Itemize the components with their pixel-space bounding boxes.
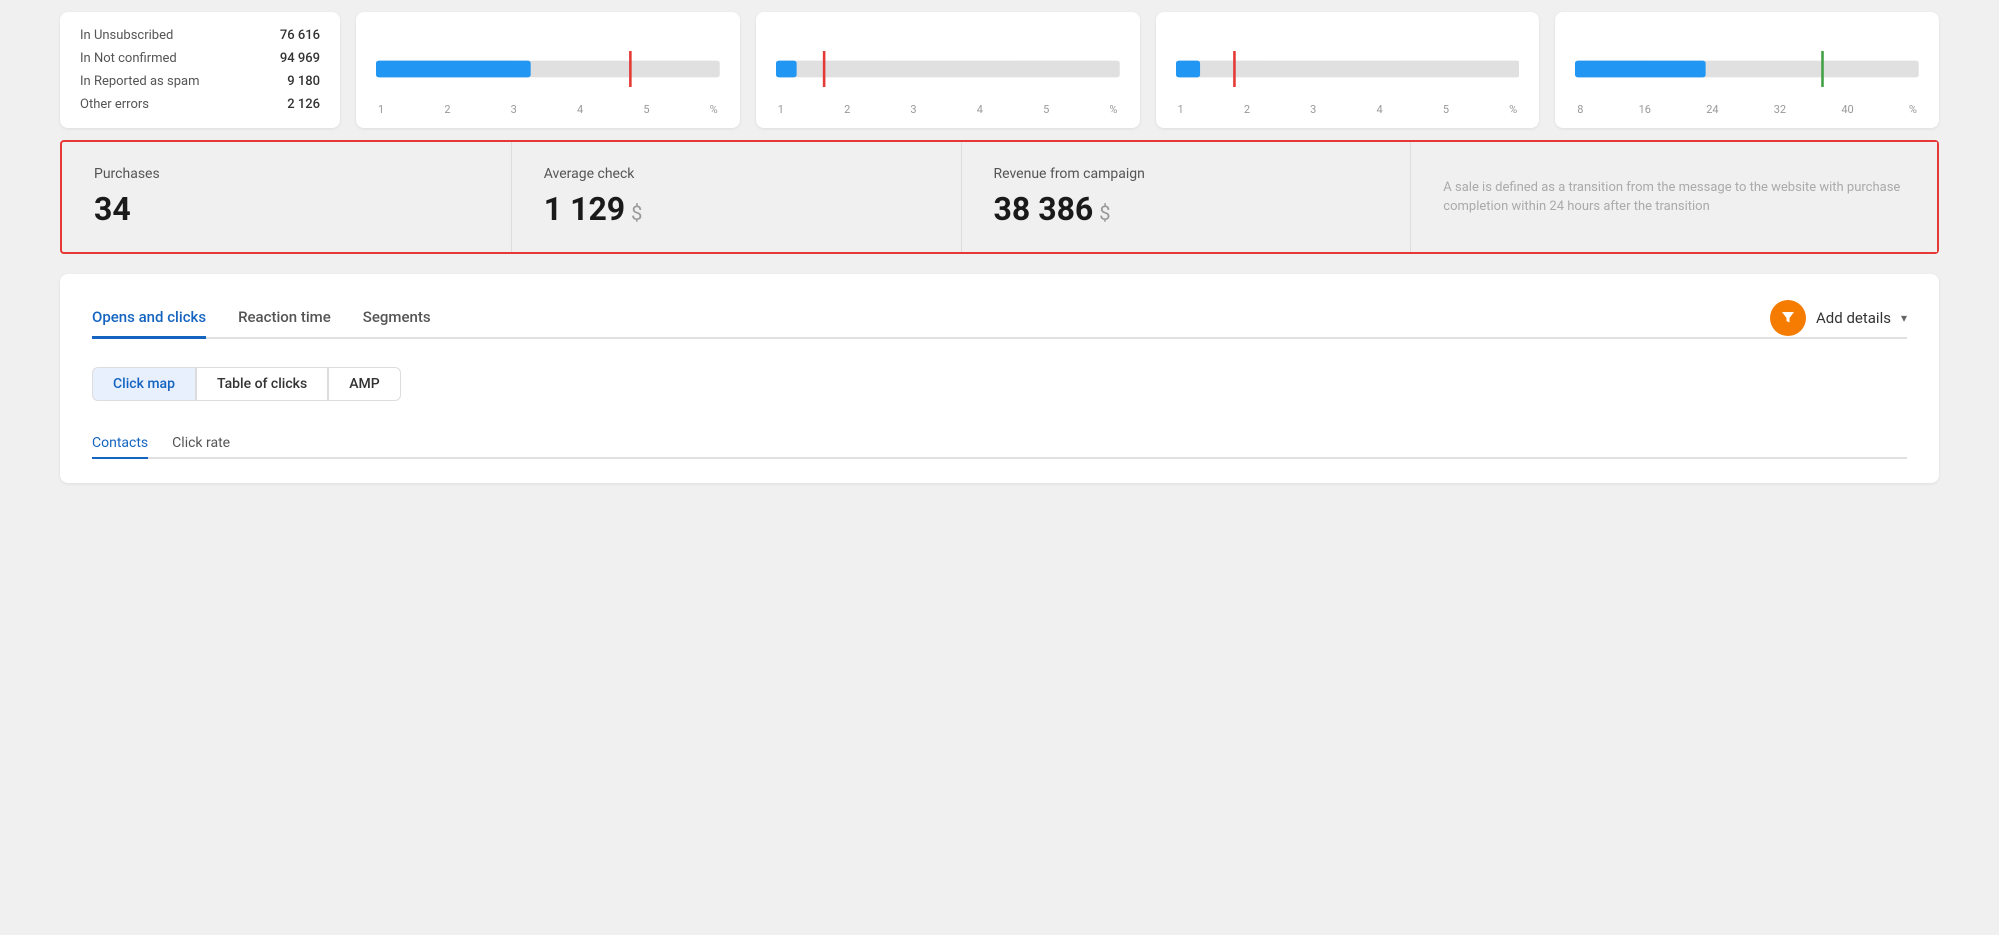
sub-tab-table-of-clicks[interactable]: Table of clicks (196, 367, 328, 401)
chart-container-3 (1176, 39, 1520, 99)
purchases-value: 34 (94, 190, 479, 228)
secondary-tab-contacts[interactable]: Contacts (92, 429, 148, 459)
avg-check-metric: Average check 1 129 $ (512, 142, 962, 252)
chart-card-4: 8 16 24 32 40 % (1555, 12, 1939, 128)
purchases-label: Purchases (94, 166, 479, 182)
chart-axis-3: 1 2 3 4 5 % (1176, 103, 1520, 116)
sub-tab-click-map[interactable]: Click map (92, 367, 196, 401)
tab-segments[interactable]: Segments (363, 298, 431, 339)
add-details-label: Add details (1816, 309, 1891, 327)
funnel-icon (1779, 309, 1797, 327)
chart-axis-4: 8 16 24 32 40 % (1575, 103, 1919, 116)
avg-check-value: 1 129 $ (544, 190, 929, 228)
chart-svg-4 (1575, 39, 1919, 99)
bottom-card: Opens and clicks Reaction time Segments … (60, 274, 1939, 483)
chart-card-1: 1 2 3 4 5 % (356, 12, 740, 128)
sub-tabs: Click map Table of clicks AMP (92, 367, 1907, 401)
add-details-button[interactable]: Add details ▾ (1770, 300, 1907, 336)
purchases-description: A sale is defined as a transition from t… (1411, 142, 1937, 252)
stat-row-spam: In Reported as spam 9 180 (80, 74, 320, 89)
stat-row-unsubscribed: In Unsubscribed 76 616 (80, 28, 320, 43)
revenue-value: 38 386 $ (994, 190, 1379, 228)
chart-svg-2 (776, 39, 1120, 99)
add-details-icon (1770, 300, 1806, 336)
stat-value: 94 969 (280, 51, 320, 66)
stat-label: In Not confirmed (80, 51, 177, 66)
stat-value: 2 126 (287, 97, 320, 112)
chart-axis-2: 1 2 3 4 5 % (776, 103, 1120, 116)
top-stats-area: In Unsubscribed 76 616 In Not confirmed … (0, 0, 1999, 140)
avg-check-label: Average check (544, 166, 929, 182)
chart-container-4 (1575, 39, 1919, 99)
revenue-currency: $ (1099, 201, 1110, 225)
stat-row-not-confirmed: In Not confirmed 94 969 (80, 51, 320, 66)
stat-label: In Unsubscribed (80, 28, 173, 43)
purchases-metric: Purchases 34 (62, 142, 512, 252)
chevron-down-icon: ▾ (1901, 311, 1907, 325)
chart-svg-3 (1176, 39, 1520, 99)
stat-label: Other errors (80, 97, 149, 112)
chart-svg-1 (376, 39, 720, 99)
stat-row-other-errors: Other errors 2 126 (80, 97, 320, 112)
chart-card-2: 1 2 3 4 5 % (756, 12, 1140, 128)
secondary-tabs: Contacts Click rate (92, 429, 1907, 459)
chart-axis-1: 1 2 3 4 5 % (376, 103, 720, 116)
page-wrapper: In Unsubscribed 76 616 In Not confirmed … (0, 0, 1999, 935)
revenue-label: Revenue from campaign (994, 166, 1379, 182)
stat-value: 9 180 (287, 74, 320, 89)
revenue-metric: Revenue from campaign 38 386 $ (962, 142, 1412, 252)
stat-value: 76 616 (280, 28, 320, 43)
chart-container-2 (776, 39, 1120, 99)
tab-opens-and-clicks[interactable]: Opens and clicks (92, 298, 206, 339)
tab-reaction-time[interactable]: Reaction time (238, 298, 331, 339)
stat-label: In Reported as spam (80, 74, 199, 89)
chart-container-1 (376, 39, 720, 99)
chart-card-3: 1 2 3 4 5 % (1156, 12, 1540, 128)
sub-tab-amp[interactable]: AMP (328, 367, 400, 401)
avg-check-currency: $ (631, 201, 642, 225)
purchases-section: Purchases 34 Average check 1 129 $ Reven… (60, 140, 1939, 254)
error-stats-card: In Unsubscribed 76 616 In Not confirmed … (60, 12, 340, 128)
secondary-tab-click-rate[interactable]: Click rate (172, 429, 230, 459)
main-tabs: Opens and clicks Reaction time Segments … (92, 298, 1907, 339)
